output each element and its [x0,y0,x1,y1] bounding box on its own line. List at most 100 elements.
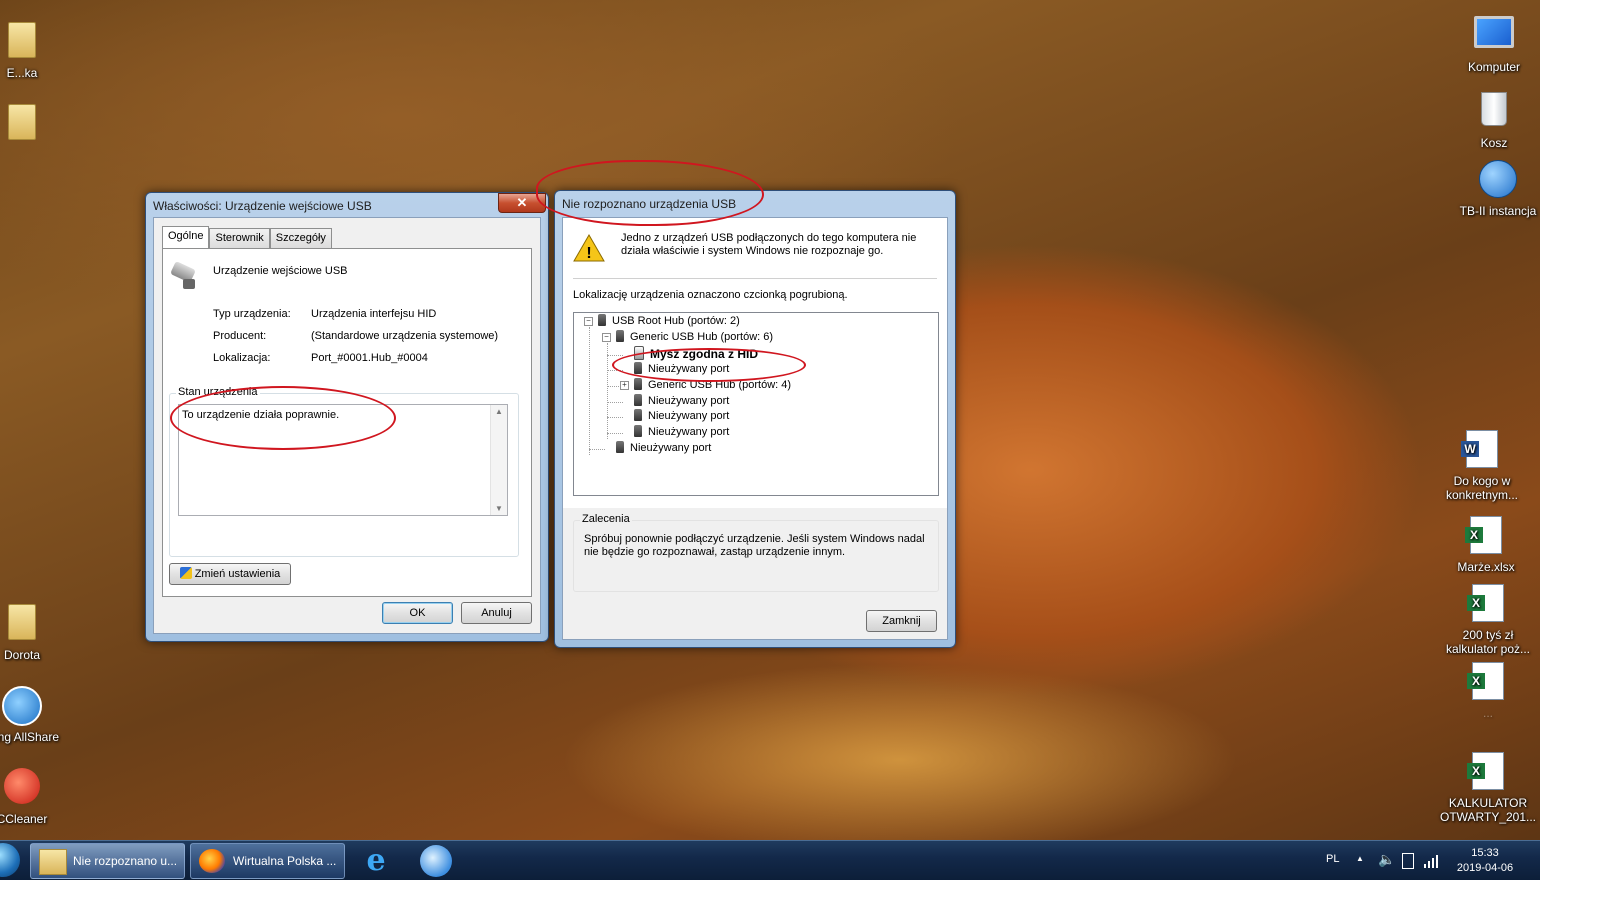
desktop-icon-excel-3[interactable]: X ... [1438,662,1538,720]
tab-strip: Ogólne Sterownik Szczegóły [162,226,332,248]
device-name: Urządzenie wejściowe USB [213,265,348,277]
tree-node-label: USB Root Hub (portów: 2) [612,315,740,327]
usb-error-message: Jedno z urządzeń USB podłączonych do teg… [621,232,917,257]
taskbar-button-firefox[interactable]: Wirtualna Polska ... [190,843,345,879]
desktop-icon-label: Do kogo w konkretnym... [1445,474,1519,502]
red-annotation-status [170,386,396,450]
usb-plug-icon [598,314,606,326]
desktop-icon-folder-1[interactable]: E...ka [0,22,72,80]
ok-button[interactable]: OK [382,602,453,624]
recommendation-text: Spróbuj ponownie podłączyć urządzenie. J… [584,533,925,558]
taskbar-button-label: Nie rozpoznano u... [73,854,178,868]
desktop-icon-dorota[interactable]: Dorota [0,604,72,662]
cancel-button[interactable]: Anuluj [461,602,532,624]
computer-icon [1474,16,1514,48]
properties-titlebar[interactable]: Właściwości: Urządzenie wejściowe USB ✕ [146,193,548,217]
desktop-icon-marze[interactable]: X Marże.xlsx [1436,516,1536,574]
tree-node-label: Nieużywany port [630,442,712,454]
language-indicator[interactable]: PL [1326,853,1339,865]
collapse-icon[interactable]: − [584,317,593,326]
power-icon[interactable] [1402,853,1414,869]
tree-node-label: Nieużywany port [648,410,730,422]
usb-error-dialog: Nie rozpoznano urządzenia USB ! Jedno z … [554,190,956,648]
desktop-icon-label: TB-II instancja [1459,204,1537,218]
network-signal-icon[interactable] [1424,852,1440,868]
device-type-label: Typ urządzenia: [213,308,291,320]
folder-icon [8,604,36,640]
allshare-icon [2,686,42,726]
desktop-icon-label: ... [1482,706,1493,720]
tree-node-unused-port[interactable]: Nieużywany port [634,409,729,423]
location-hint: Lokalizację urządzenia oznaczono czcionk… [573,289,848,301]
collapse-icon[interactable]: − [602,333,611,342]
scroll-down-icon[interactable]: ▼ [495,504,503,513]
tree-node-unused-port[interactable]: Nieużywany port [616,441,711,455]
clock[interactable]: 15:33 2019-04-06 [1450,846,1520,876]
excel-document-icon: X [1465,516,1502,554]
desktop-icon-label: Kosz [1480,136,1508,150]
desktop-icon-label: sung AllShare [0,730,60,744]
recommendation-group: Zalecenia Spróbuj ponownie podłączyć urz… [573,513,939,592]
close-dialog-label: Zamknij [882,615,921,627]
folder-icon [8,104,36,140]
location-value: Port_#0001.Hub_#0004 [311,352,428,364]
excel-document-icon: X [1467,584,1504,622]
internet-explorer-icon[interactable]: e [360,845,392,877]
tree-node-label: Nieużywany port [648,395,730,407]
taskbar-button-usb[interactable]: Nie rozpoznano u... [30,843,185,879]
desktop-icon-label: 200 tyś zł kalkulator poż... [1445,628,1531,656]
tab-details[interactable]: Szczegóły [269,228,332,248]
volume-icon[interactable]: 🔈 [1378,851,1395,868]
close-icon: ✕ [516,195,528,210]
tree-node-generic-hub-6[interactable]: Generic USB Hub (portów: 6) [616,330,773,344]
red-annotation-hid-mouse [612,348,806,382]
device-status-scrollbar[interactable]: ▲ ▼ [490,405,507,515]
screen-edge [1540,0,1600,900]
tab-general[interactable]: Ogólne [162,226,210,248]
ccleaner-icon [4,768,40,804]
usb-device-icon [169,261,199,291]
change-settings-button[interactable]: Zmień ustawienia [169,563,291,585]
taskbar-button-label: Wirtualna Polska ... [233,854,337,868]
usb-plug-icon [616,441,624,453]
expand-icon[interactable]: + [620,381,629,390]
desktop-icon-label: Komputer [1467,60,1521,74]
desktop-icon-recycle-bin[interactable]: Kosz [1444,90,1544,150]
tree-node-unused-port[interactable]: Nieużywany port [634,425,729,439]
separator [573,278,937,279]
desktop-icon-label: Marże.xlsx [1457,560,1515,574]
desktop-icon-allshare[interactable]: sung AllShare [0,686,72,744]
usb-device-tree[interactable]: − USB Root Hub (portów: 2) − Generic USB… [573,312,939,496]
usb-plug-icon [616,330,624,342]
firefox-icon [199,849,225,873]
desktop-icon-folder-2[interactable] [0,104,72,148]
desktop-icon-kalkulator-200[interactable]: X 200 tyś zł kalkulator poż... [1438,584,1538,656]
start-button[interactable] [0,843,20,877]
desktop-icon-tb[interactable]: TB-II instancja [1448,160,1548,218]
close-dialog-button[interactable]: Zamknij [866,610,937,632]
screen-bottom-edge [0,880,1600,900]
clock-time: 15:33 [1471,847,1499,859]
desktop-icon-computer[interactable]: Komputer [1444,12,1544,74]
properties-title: Właściwości: Urządzenie wejściowe USB [153,199,372,213]
word-document-icon: W [1461,430,1498,468]
ok-label: OK [409,607,426,619]
desktop-icon-ccleaner[interactable]: CCleaner [0,768,72,826]
tree-node-root-hub[interactable]: USB Root Hub (portów: 2) [598,314,740,328]
tree-node-unused-port[interactable]: Nieużywany port [634,394,729,408]
shield-icon [179,567,192,579]
tray-expand-icon[interactable]: ▲ [1356,854,1364,863]
thunderbird-icon[interactable] [420,845,452,877]
scroll-up-icon[interactable]: ▲ [495,407,503,416]
excel-document-icon: X [1467,662,1504,700]
change-settings-label: Zmień ustawienia [194,568,281,580]
network-globe-icon [1479,160,1517,198]
desktop-icon-kalkulator-otwarty[interactable]: X KALKULATOR OTWARTY_201... [1438,752,1538,824]
tab-driver[interactable]: Sterownik [209,228,270,248]
usb-error-client: ! Jedno z urządzeń USB podłączonych do t… [562,217,948,640]
usb-plug-icon [634,425,642,437]
desktop-icon-label: CCleaner [0,812,48,826]
tree-node-label: Generic USB Hub (portów: 6) [630,331,774,343]
excel-document-icon: X [1467,752,1504,790]
desktop-icon-word-doc[interactable]: W Do kogo w konkretnym... [1432,430,1532,502]
